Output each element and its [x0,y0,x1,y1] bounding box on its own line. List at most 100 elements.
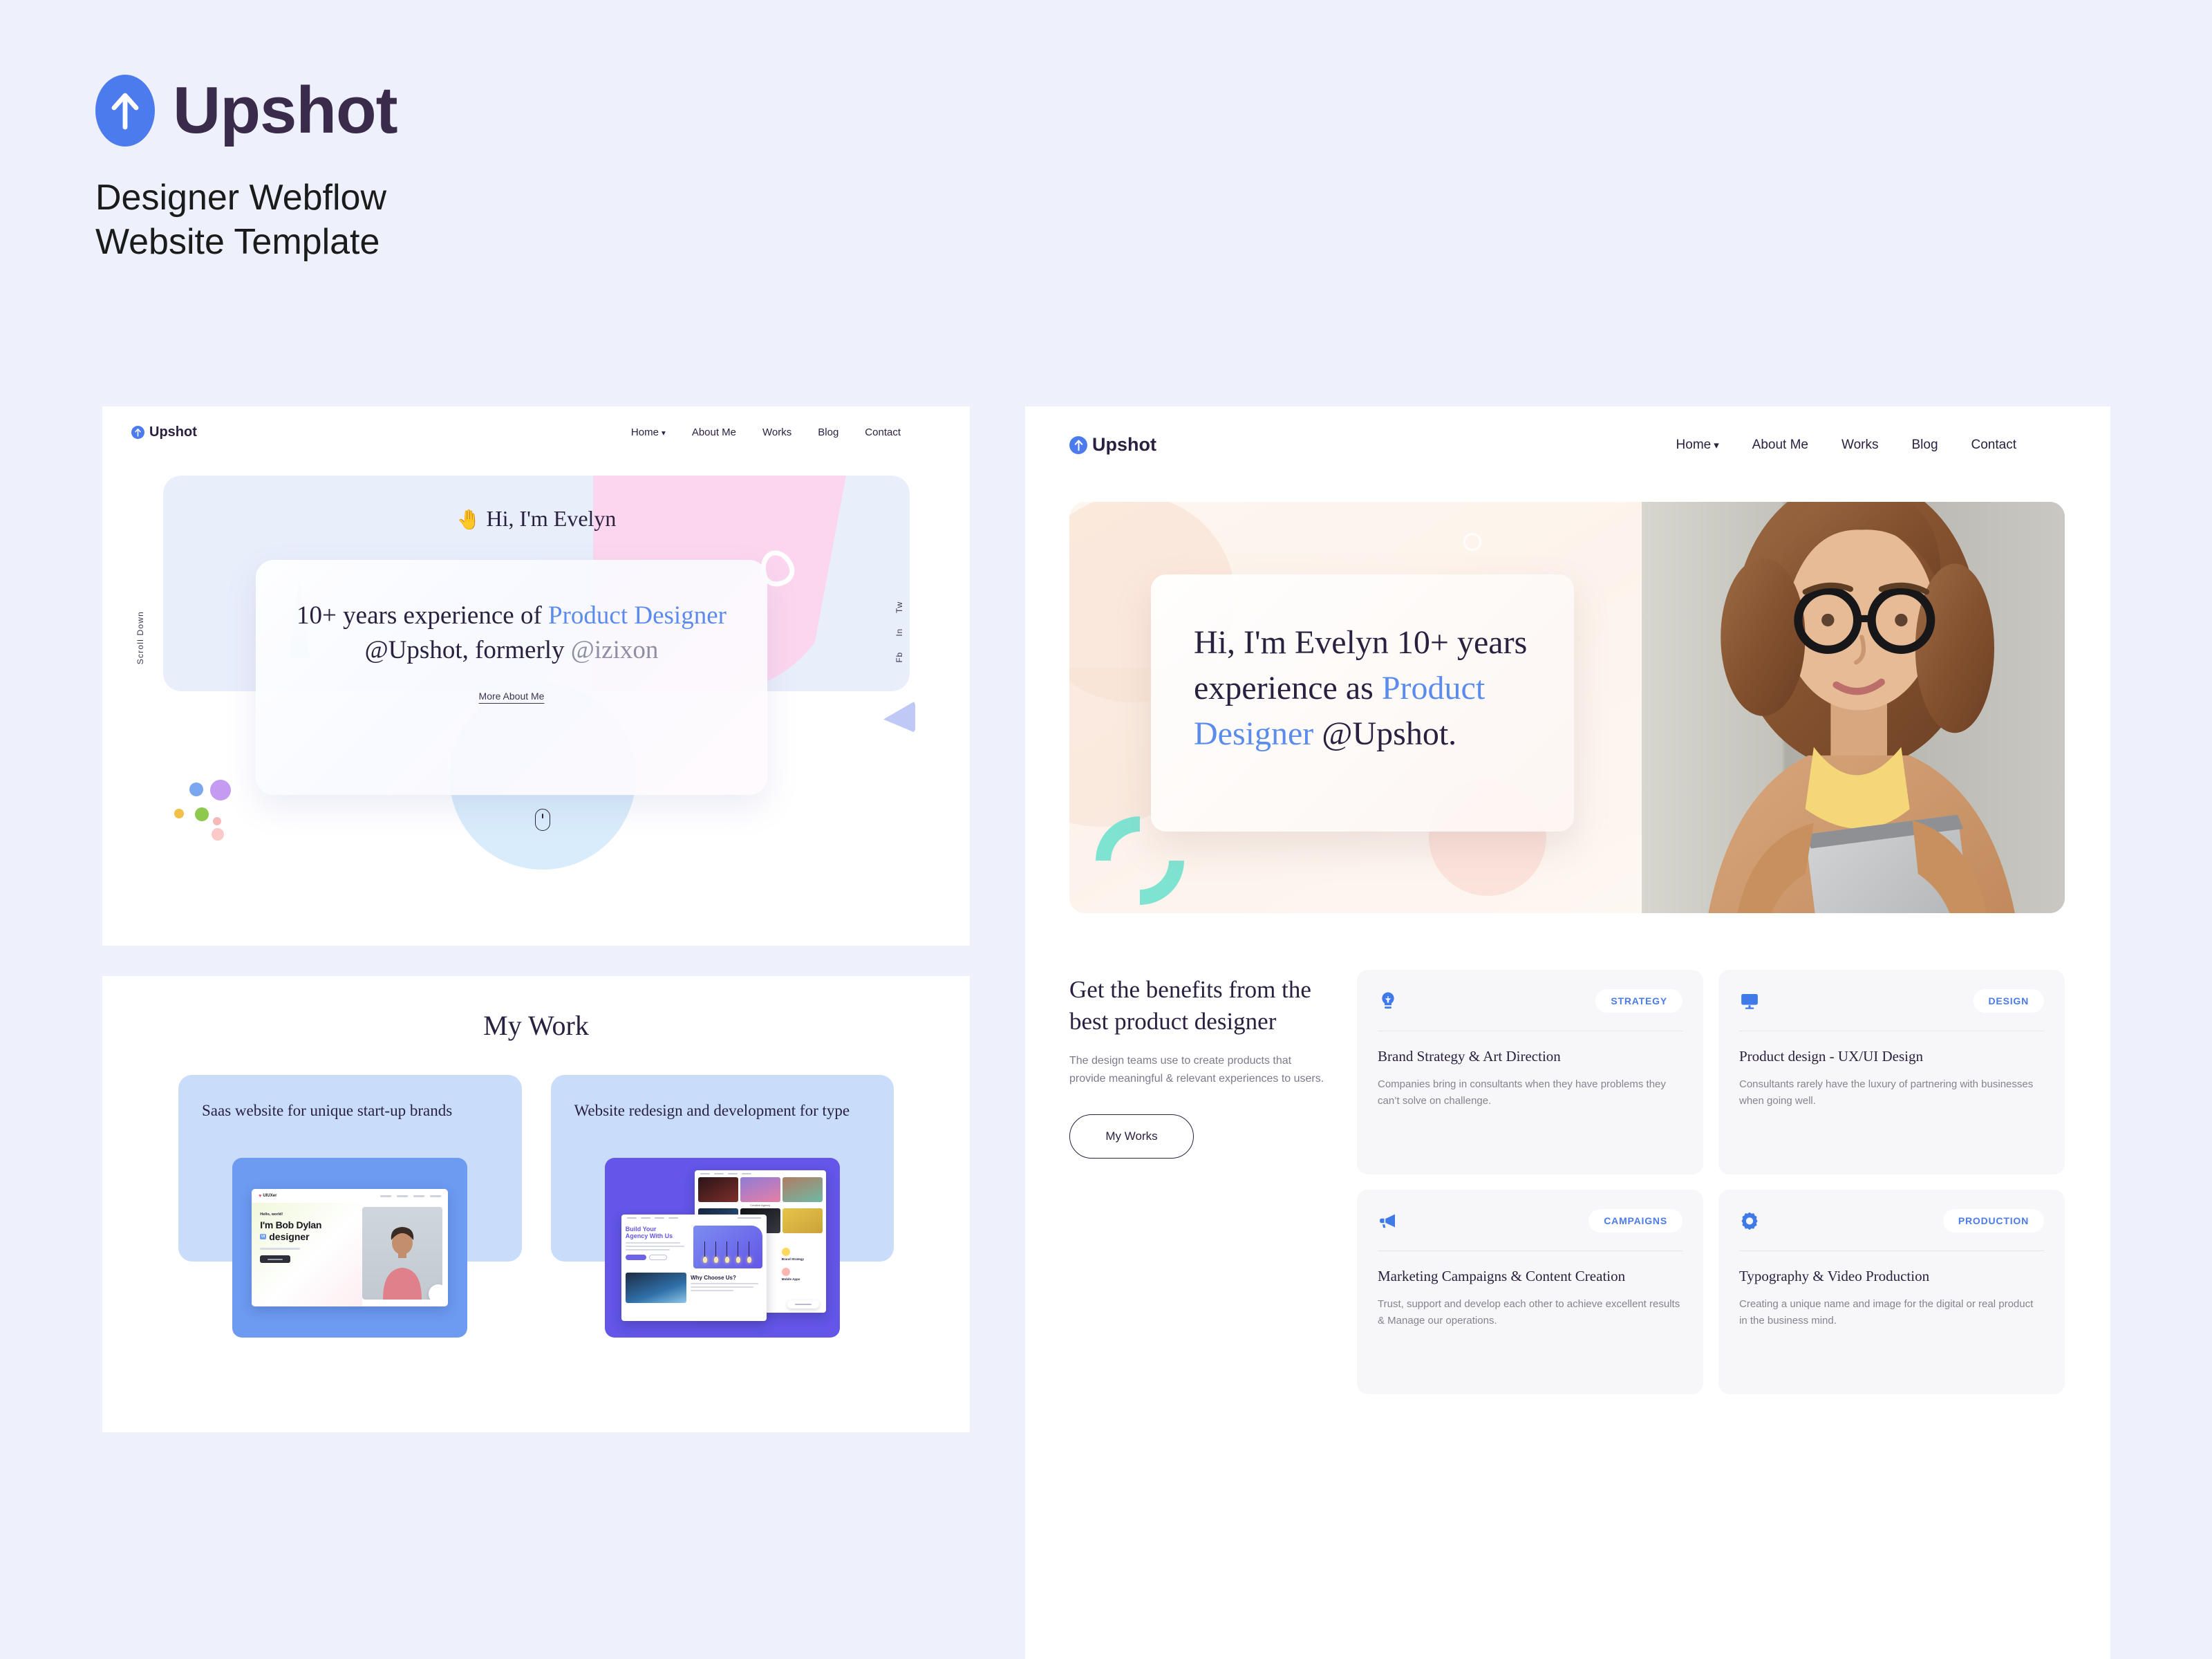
mock-a-email-line [260,1248,301,1250]
work-card-screenshot: ♥ UIUXer Hello, world! I'm Bob Dylan UI d… [232,1158,468,1338]
benefit-body: Consultants rarely have the luxury of pa… [1739,1078,2034,1107]
right-hero-headline: Hi, I'm Evelyn 10+ years experience as P… [1194,620,1574,758]
more-about-me-link[interactable]: More About Me [479,691,545,702]
right-hero: Hi, I'm Evelyn 10+ years experience as P… [1069,502,2065,913]
benefit-body: Trust, support and develop each other to… [1378,1297,1680,1327]
site-nav-left: Upshot Home ▾ About Me Works Blog Contact [102,406,970,440]
benefit-card[interactable]: PRODUCTION Typography & Video Production… [1718,1190,2065,1394]
divider [1739,1250,2044,1251]
mock-b-buttons [625,1254,689,1260]
mouse-scroll-icon[interactable] [535,809,550,831]
benefit-card[interactable]: STRATEGY Brand Strategy & Art Direction … [1357,970,1703,1174]
benefit-heading: Product design - UX/UI Design [1739,1048,1923,1065]
confetti-dot [195,807,209,821]
social-link-linkedin[interactable]: In [894,628,904,637]
work-card-title: Website redesign and development for typ… [574,1102,850,1119]
lightbulb-icon [1378,991,1398,1011]
right-hero-card: Hi, I'm Evelyn 10+ years experience as P… [1151,574,1574,832]
monitor-icon [1739,991,1760,1011]
mock-a-badge: UI [260,1234,267,1239]
nav-link-home[interactable]: Home ▾ [631,427,666,438]
benefit-card[interactable]: DESIGN Product design - UX/UI Design Con… [1718,970,2065,1174]
nav-link-contact[interactable]: Contact [1971,438,2016,453]
brand-name: Upshot [173,73,398,147]
mock-a-h1: I'm Bob Dylan [260,1219,322,1230]
work-card[interactable]: Saas website for unique start-up brands … [178,1075,522,1338]
mock-b-topbar [695,1170,826,1177]
work-card[interactable]: Website redesign and development for typ… [550,1075,894,1338]
nav-link-works[interactable]: Works [762,427,791,438]
benefit-heading: Brand Strategy & Art Direction [1378,1048,1561,1065]
benefit-tag: PRODUCTION [1942,1209,2044,1232]
mock-a-body: Hello, world! I'm Bob Dylan UI designer [252,1203,448,1306]
arrow-up-circle-icon [95,75,155,147]
nav-links-right: Home ▾ About Me Works Blog Contact [1676,438,2016,453]
mock-b-hero-image [693,1226,762,1268]
confetti-dot [212,828,224,841]
mock-a-left: Hello, world! I'm Bob Dylan UI designer [252,1203,363,1306]
nav-logo-right[interactable]: Upshot [1069,434,1156,456]
headline-seg-2: @Upshot, formerly [364,635,571,664]
mock-a-links [380,1194,442,1197]
work-card-title: Saas website for unique start-up brands [202,1102,453,1119]
nav-logo-left[interactable]: Upshot [131,424,197,440]
confetti-dot [213,817,221,825]
mock-b-why-title: Why Choose Us? [691,1275,736,1281]
nav-link-about-me[interactable]: About Me [692,427,736,438]
nav-link-about-me[interactable]: About Me [1752,438,1808,453]
nav-logo-label: Upshot [1092,434,1156,455]
left-hero-panel: Upshot Home ▾ About Me Works Blog Contact… [102,406,970,946]
mock-a-contact-button [260,1255,291,1263]
right-hero-left: Hi, I'm Evelyn 10+ years experience as P… [1069,502,1642,913]
benefit-tag: CAMPAIGNS [1588,1209,1683,1232]
megaphone-icon [1378,1210,1398,1231]
nav-link-works[interactable]: Works [1841,438,1878,453]
benefit-card[interactable]: CAMPAIGNS Marketing Campaigns & Content … [1357,1190,1703,1394]
nav-link-home[interactable]: Home ▾ [1676,438,1719,453]
mock-browser-a: ♥ UIUXer Hello, world! I'm Bob Dylan UI d… [252,1189,449,1306]
benefit-tag: STRATEGY [1595,989,1683,1013]
right-hero-portrait-photo [1642,502,2065,913]
mock-b-explore-pill [787,1300,819,1309]
mock-b-side-features: Brand Strategy Mobile Apps [781,1248,822,1288]
mock-b-h2: Agency With Us [625,1232,673,1240]
gear-icon [1739,1210,1760,1231]
benefit-tag: DESIGN [1973,989,2044,1013]
headline-muted: @izixon [570,635,659,664]
confetti-dot [210,780,231,800]
divider [1378,1250,1683,1251]
mock-b-front-screen: Build Your Agency With Us Why Choose Us? [621,1215,767,1321]
chevron-down-icon: ▾ [661,429,666,438]
mock-b-body-lines [625,1241,689,1250]
nav-link-blog[interactable]: Blog [818,427,838,438]
mock-b-front-topbar [621,1215,767,1221]
mock-b-lower: Why Choose Us? [621,1273,767,1307]
arrow-up-circle-icon [131,426,144,439]
mock-a-nav: ♥ UIUXer [252,1189,448,1203]
nav-logo-label: Upshot [149,424,197,440]
social-link-facebook[interactable]: Fb [894,652,904,663]
my-work-title: My Work [483,1010,589,1041]
hero-greeting: 🤚 Hi, I'm Evelyn [131,506,941,532]
benefits-cards-grid: STRATEGY Brand Strategy & Art Direction … [1357,970,2065,1394]
my-works-button[interactable]: My Works [1069,1114,1194,1159]
my-work-panel: My Work Saas website for unique start-up… [102,976,970,1432]
white-ring-decoration [1463,533,1481,551]
nav-link-contact[interactable]: Contact [865,427,901,438]
violet-triangle-decoration [883,701,915,733]
left-hero-stage: 🤚 Hi, I'm Evelyn 10+ years experience of … [131,476,941,883]
mock-a-photo [362,1207,443,1300]
right-preview-panel: Upshot Home ▾ About Me Works Blog Contact… [1025,406,2110,1659]
social-link-twitter[interactable]: Tw [894,601,904,613]
poster-canvas: Upshot Designer Webflow Website Template… [0,0,2212,1659]
mock-b-caption: Creative Agency [750,1203,771,1207]
headline-accent: Product Designer [548,601,727,630]
hero-glass-card: 10+ years experience of Product Designer… [256,560,767,795]
nav-link-blog[interactable]: Blog [1911,438,1938,453]
benefits-intro: Get the benefits from the best product d… [1069,970,1325,1394]
headline-seg-1: 10+ years experience of [297,601,549,630]
rh-seg-2: @Upshot. [1313,715,1457,753]
work-card-screenshot: Creative Agency Brand Strategy Mobile Ap… [604,1158,840,1338]
confetti-dot [174,809,184,818]
brand-block: Upshot Designer Webflow Website Template [95,73,398,265]
